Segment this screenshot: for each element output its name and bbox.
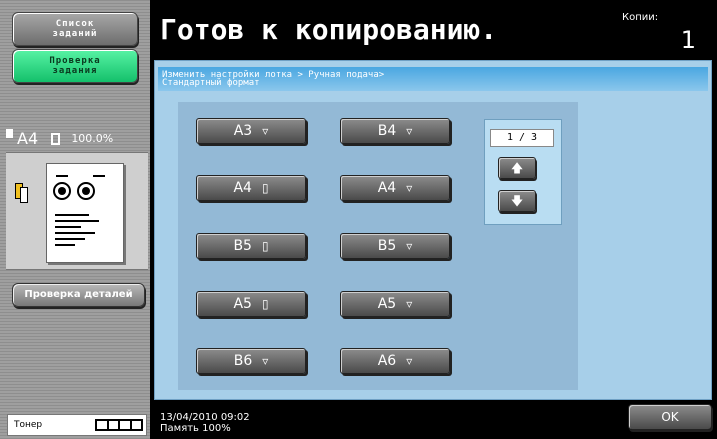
copies-label: Копии:	[622, 12, 659, 23]
portrait-icon: ▯	[261, 239, 269, 253]
landscape-icon: ▿	[406, 239, 413, 253]
zoom-level: 100.0%	[71, 132, 114, 145]
paper-size-button[interactable]: B5 ▯	[196, 233, 306, 259]
portrait-icon: ▯	[261, 181, 269, 195]
preview-page	[46, 163, 124, 263]
landscape-icon: ▿	[406, 354, 413, 368]
landscape-icon: ▿	[406, 181, 413, 195]
datetime: 13/04/2010 09:02	[160, 412, 250, 423]
landscape-icon: ▿	[262, 354, 269, 368]
landscape-icon: ▿	[406, 297, 413, 311]
check-details-button[interactable]: Проверка деталей	[12, 283, 145, 307]
paper-icon	[6, 129, 13, 138]
paper-size-button[interactable]: A3 ▿	[196, 118, 306, 144]
paper-size-button[interactable]: A5 ▿	[340, 291, 450, 317]
breadcrumb: Изменить настройки лотка > Ручная подача…	[158, 67, 708, 91]
paper-size-button[interactable]: A5 ▯	[196, 291, 306, 317]
page-up-button[interactable]: 🡅	[498, 157, 536, 179]
job-list-button[interactable]: Список заданий	[12, 12, 138, 46]
tray-icon	[15, 183, 29, 203]
toner-gauge	[95, 419, 143, 431]
paper-size-button[interactable]: A4 ▿	[340, 175, 450, 201]
page-indicator: 1 / 3	[490, 129, 554, 147]
landscape-icon: ▿	[262, 124, 269, 138]
paper-info: A4 100.0%	[6, 128, 148, 150]
paper-size-button[interactable]: B6 ▿	[196, 348, 306, 374]
paper-size-button[interactable]: B4 ▿	[340, 118, 450, 144]
copies-count: 1	[680, 26, 696, 54]
paper-size-button[interactable]: A6 ▿	[340, 348, 450, 374]
status-bar: 13/04/2010 09:02 Память 100%	[160, 412, 250, 434]
toner-status: Тонер	[7, 414, 147, 436]
toner-label: Тонер	[14, 420, 43, 430]
memory-status: Память 100%	[160, 423, 231, 434]
paper-size-button[interactable]: A4 ▯	[196, 175, 306, 201]
page-title: Готов к копированию.	[160, 13, 498, 46]
page-down-button[interactable]: 🡇	[498, 190, 536, 212]
landscape-icon: ▿	[406, 124, 413, 138]
job-check-button[interactable]: Проверка задания	[12, 49, 138, 83]
ok-button[interactable]: OK	[628, 404, 712, 430]
paper-size-button[interactable]: B5 ▿	[340, 233, 450, 259]
portrait-icon: ▯	[261, 297, 269, 311]
arrow-down-icon: 🡇	[510, 194, 524, 208]
portrait-icon	[51, 133, 61, 145]
paper-size: A4	[17, 129, 39, 148]
arrow-up-icon: 🡅	[510, 161, 524, 175]
